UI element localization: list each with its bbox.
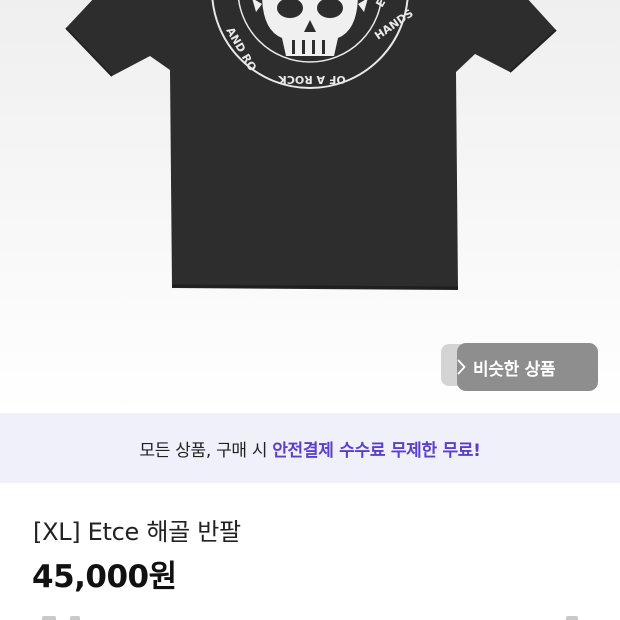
product-image[interactable]: AND RO E IN THE HANDS OF A ROCK 비슷한	[0, 0, 620, 413]
promo-highlight-text: 안전결제 수수료 무제한 무료!	[272, 440, 481, 461]
product-title: [XL] Etce 해골 반팔	[33, 518, 241, 546]
similar-products-button[interactable]: 비슷한 상품	[457, 343, 598, 391]
chevron-right-icon	[457, 359, 466, 375]
peek-mark	[70, 616, 80, 620]
similar-products-label: 비슷한 상품	[473, 359, 556, 380]
promo-text: 모든 상품, 구매 시	[139, 440, 268, 461]
safe-payment-promo-banner[interactable]: 모든 상품, 구매 시 안전결제 수수료 무제한 무료!	[0, 413, 620, 483]
product-detail-page: AND RO E IN THE HANDS OF A ROCK 비슷한	[0, 0, 620, 620]
svg-text:OF A ROCK: OF A ROCK	[278, 73, 346, 86]
peek-mark	[566, 616, 578, 620]
next-section-peek	[0, 614, 620, 620]
peek-mark	[42, 616, 56, 620]
product-price: 45,000원	[32, 559, 177, 595]
